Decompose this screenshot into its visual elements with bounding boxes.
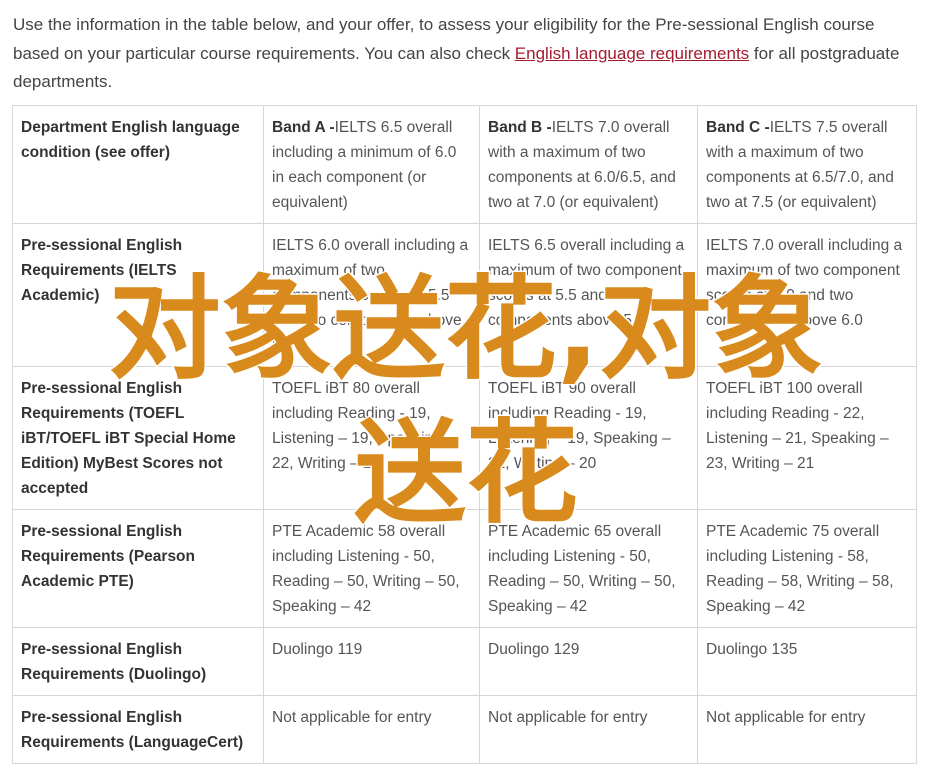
table-row-ielts: Pre-sessional English Requirements (IELT… [12, 223, 917, 367]
table-cell: IELTS 7.0 overall including a maximum of… [697, 223, 917, 367]
band-c-name: Band C - [706, 119, 770, 136]
table-cell: Not applicable for entry [479, 695, 698, 764]
intro-paragraph: Use the information in the table below, … [13, 11, 918, 97]
table-cell: Duolingo 119 [263, 627, 480, 696]
table-cell: Duolingo 129 [479, 627, 698, 696]
table-cell: Not applicable for entry [697, 695, 917, 764]
row-label: Pre-sessional English Requirements (Pear… [12, 509, 264, 628]
table-cell: Not applicable for entry [263, 695, 480, 764]
band-a-name: Band A - [272, 119, 335, 136]
table-cell: TOEFL iBT 80 overall including Reading -… [263, 366, 480, 510]
band-b-cell: Band B -IELTS 7.0 overall with a maximum… [479, 105, 698, 224]
band-c-cell: Band C -IELTS 7.5 overall with a maximum… [697, 105, 917, 224]
table-cell: IELTS 6.5 overall including a maximum of… [479, 223, 698, 367]
row-label: Pre-sessional English Requirements (TOEF… [12, 366, 264, 510]
row-label: Pre-sessional English Requirements (Duol… [12, 627, 264, 696]
english-requirements-link[interactable]: English language requirements [515, 44, 749, 63]
table-cell: PTE Academic 75 overall including Listen… [697, 509, 917, 628]
table-header-row: Department English language condition (s… [12, 105, 917, 224]
row-label: Pre-sessional English Requirements (Lang… [12, 695, 264, 764]
header-label-cell: Department English language condition (s… [12, 105, 264, 224]
table-cell: Duolingo 135 [697, 627, 917, 696]
table-cell: PTE Academic 65 overall including Listen… [479, 509, 698, 628]
table-cell: TOEFL iBT 100 overall including Reading … [697, 366, 917, 510]
table-cell: IELTS 6.0 overall including a maximum of… [263, 223, 480, 367]
table-row-languagecert: Pre-sessional English Requirements (Lang… [12, 695, 917, 764]
table-row-toefl: Pre-sessional English Requirements (TOEF… [12, 366, 917, 510]
requirements-table: Department English language condition (s… [12, 105, 917, 764]
row-label: Pre-sessional English Requirements (IELT… [12, 223, 264, 367]
band-a-cell: Band A -IELTS 6.5 overall including a mi… [263, 105, 480, 224]
table-cell: TOEFL iBT 90 overall including Reading -… [479, 366, 698, 510]
table-cell: PTE Academic 58 overall including Listen… [263, 509, 480, 628]
table-row-pte: Pre-sessional English Requirements (Pear… [12, 509, 917, 628]
band-b-name: Band B - [488, 119, 552, 136]
table-row-duolingo: Pre-sessional English Requirements (Duol… [12, 627, 917, 696]
